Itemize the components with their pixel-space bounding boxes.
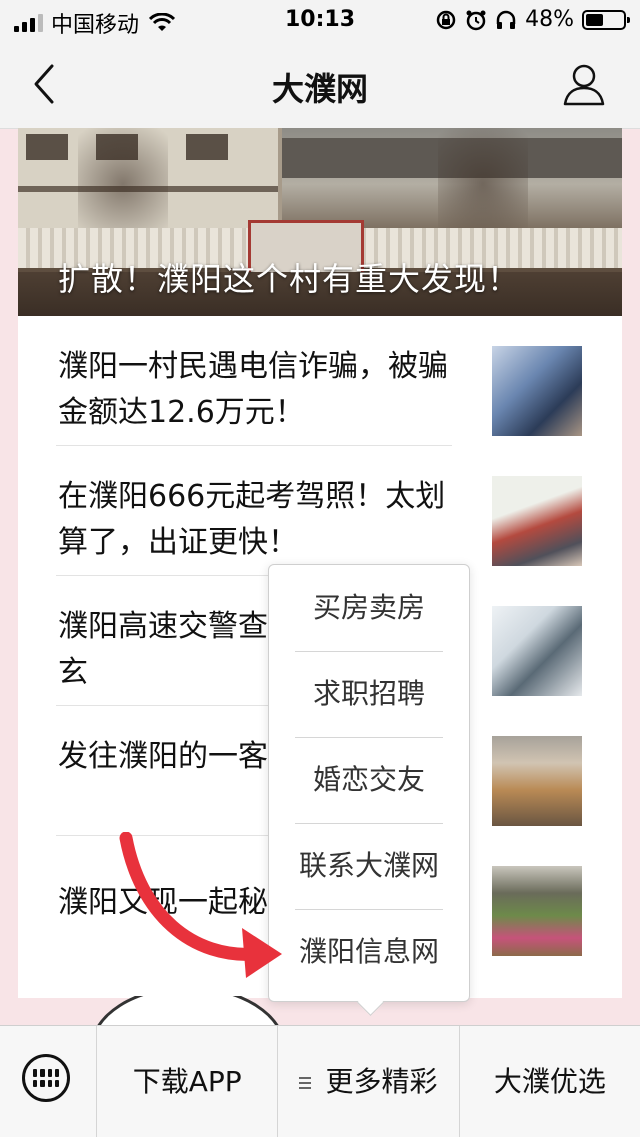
battery-percent: 48% (525, 7, 574, 32)
news-thumbnail (492, 346, 582, 436)
user-profile-button[interactable] (562, 62, 606, 106)
more-button[interactable]: 更多精彩 (278, 1026, 460, 1137)
download-app-label: 下载APP (132, 1065, 242, 1098)
bottom-menu-bar: 下载APP 更多精彩 大濮优选 (0, 1025, 640, 1137)
menu-lines-icon (299, 1077, 312, 1089)
alarm-icon (466, 10, 486, 30)
menu-item-dating[interactable]: 婚恋交友 (269, 737, 469, 823)
select-label: 大濮优选 (493, 1065, 606, 1098)
news-thumbnail (492, 606, 582, 696)
news-item[interactable]: 濮阳一村民遇电信诈骗，被骗金额达12.6万元！ (18, 316, 622, 446)
news-thumbnail (492, 866, 582, 956)
news-thumbnail (492, 476, 582, 566)
status-right: 48% (435, 7, 630, 32)
select-button[interactable]: 大濮优选 (460, 1026, 640, 1137)
battery-icon (582, 9, 630, 30)
news-thumbnail (492, 736, 582, 826)
status-bar: 中国移动 10:13 48% (0, 0, 640, 40)
navigation-bar: 大濮网 (0, 40, 640, 129)
news-item[interactable]: 在濮阳666元起考驾照！太划算了，出证更快！ (18, 446, 622, 576)
hero-banner[interactable]: 扩散！濮阳这个村有重大发现！ (18, 128, 622, 316)
headphones-icon (496, 10, 516, 29)
hero-title: 扩散！濮阳这个村有重大发现！ (58, 260, 521, 298)
red-arrow-icon (119, 832, 282, 978)
rotation-lock-icon (436, 10, 456, 29)
news-title: 濮阳一村民遇电信诈骗，被骗金额达12.6万元！ (58, 349, 448, 430)
news-title: 在濮阳666元起考驾照！太划算了，出证更快！ (58, 479, 446, 560)
page-title: 大濮网 (271, 70, 368, 108)
keyboard-keys (33, 1069, 59, 1087)
menu-item-buy-sell-house[interactable]: 买房卖房 (269, 565, 469, 651)
keyboard-toggle-button[interactable] (0, 1026, 97, 1137)
more-label: 更多精彩 (325, 1065, 438, 1098)
menu-item-jobs[interactable]: 求职招聘 (269, 651, 469, 737)
download-app-button[interactable]: 下载APP (97, 1026, 279, 1137)
